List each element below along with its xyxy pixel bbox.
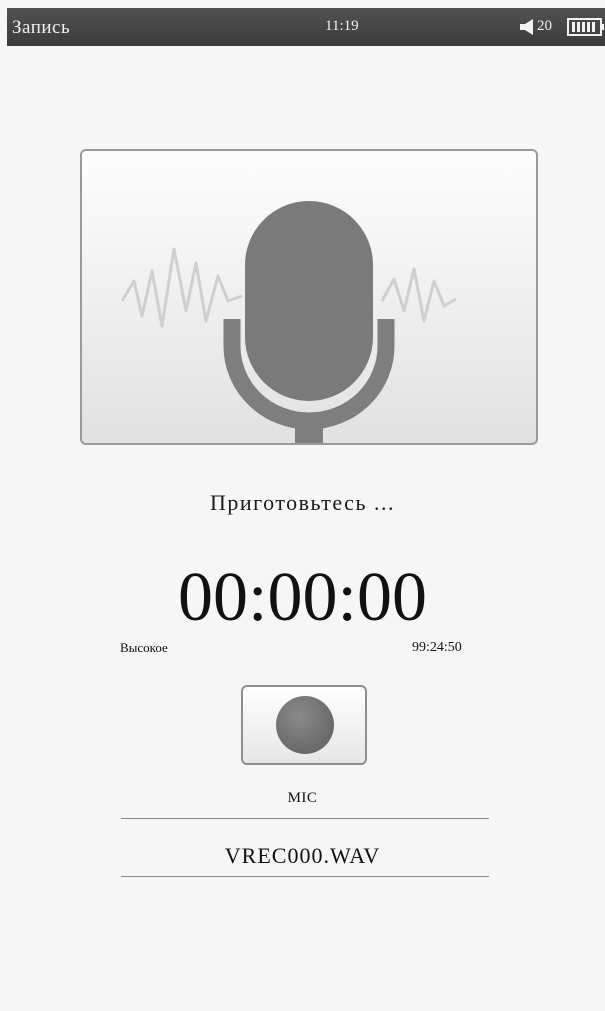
input-source-label: MIC bbox=[287, 790, 318, 806]
battery-icon bbox=[567, 18, 605, 36]
recorder-screen: Запись 11:19 20 Приготовьтесь ... 00:00:… bbox=[0, 0, 605, 1011]
elapsed-timer: 00:00:00 bbox=[178, 559, 427, 636]
divider bbox=[121, 876, 489, 877]
waveform-right bbox=[380, 267, 457, 323]
waveform-left bbox=[120, 247, 243, 328]
speaker-icon[interactable] bbox=[520, 19, 534, 35]
microphone-icon bbox=[120, 201, 457, 443]
file-name: VREC000.WAV bbox=[224, 843, 381, 868]
microphone-illustration bbox=[80, 149, 538, 445]
divider bbox=[121, 818, 489, 819]
record-icon bbox=[276, 696, 334, 754]
quality-label: Высокое bbox=[120, 640, 168, 655]
status-message: Приготовьтесь ... bbox=[210, 490, 395, 515]
record-button[interactable] bbox=[241, 685, 367, 765]
app-title: Запись bbox=[12, 17, 71, 38]
volume-level: 20 bbox=[537, 18, 552, 34]
clock: 11:19 bbox=[325, 18, 359, 34]
status-bar: Запись 11:19 20 bbox=[7, 8, 605, 46]
remaining-time: 99:24:50 bbox=[412, 640, 462, 655]
